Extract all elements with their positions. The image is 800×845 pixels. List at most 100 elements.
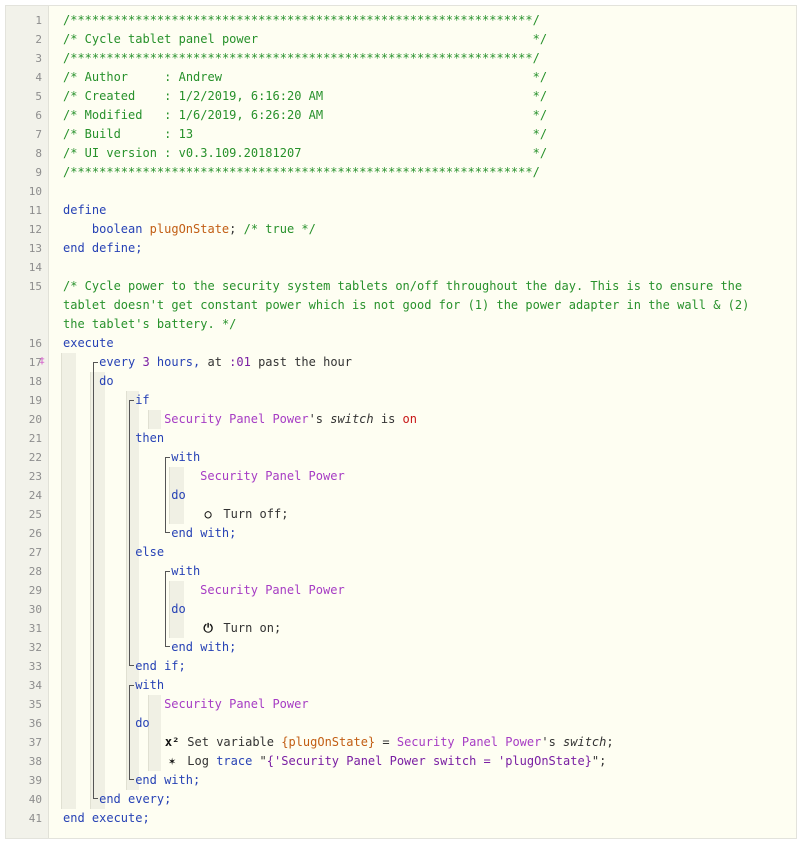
code-line[interactable]: 18 do	[6, 372, 796, 391]
line-number: 36	[28, 717, 42, 730]
code-content: boolean plugOnState; /* true */	[92, 220, 316, 239]
code-line[interactable]: 14	[6, 258, 796, 277]
line-number: 35	[28, 698, 42, 711]
code-content: end with;	[135, 771, 200, 790]
code-line[interactable]: 4 /* Author : Andrew */	[6, 68, 796, 87]
code-content: /* Cycle power to the security system ta…	[63, 277, 753, 334]
code-line[interactable]: 1 /**************************************…	[6, 11, 796, 30]
code-content: Security Panel Power	[200, 467, 345, 486]
power-off-icon: ○	[204, 507, 212, 521]
code-line[interactable]: 36 do	[6, 714, 796, 733]
code-line[interactable]: 23 Security Panel Power	[6, 467, 796, 486]
set-variable-icon: x²	[164, 735, 180, 749]
line-number: 8	[35, 147, 42, 160]
code-token: with	[135, 678, 165, 692]
code-line[interactable]: 37 x² Set variable {plugOnState} = Securi…	[6, 733, 796, 752]
code-content: with	[135, 676, 164, 695]
code-line[interactable]: 31 ⏻ Turn on;	[6, 619, 796, 638]
code-lines: 1 /**************************************…	[6, 11, 796, 828]
code-line[interactable]: 21 then	[6, 429, 796, 448]
code-token: trace	[216, 754, 253, 768]
line-number: 2	[35, 33, 42, 46]
line-number: 16	[28, 337, 42, 350]
code-line[interactable]: 19 if	[6, 391, 796, 410]
code-line[interactable]: 22 with	[6, 448, 796, 467]
code-token: end execute;	[63, 811, 150, 825]
code-line[interactable]: 32 end with;	[6, 638, 796, 657]
code-content: ⏻ Turn on;	[200, 619, 281, 638]
code-line[interactable]: 41 end execute;	[6, 809, 796, 828]
log-bug-icon: ✶	[168, 754, 176, 768]
code-line[interactable]: 34 with	[6, 676, 796, 695]
code-content: /* UI version : v0.3.109.20181207 */	[63, 144, 547, 163]
code-token: end define;	[63, 241, 143, 255]
line-number: 37	[28, 736, 42, 749]
code-line[interactable]: 20 Security Panel Power's switch is on	[6, 410, 796, 429]
code-line[interactable]: 16 execute	[6, 334, 796, 353]
code-line[interactable]: 13 end define;	[6, 239, 796, 258]
code-content: /***************************************…	[63, 49, 540, 68]
code-line[interactable]: 8 /* UI version : v0.3.109.20181207 */	[6, 144, 796, 163]
code-line[interactable]: 10	[6, 182, 796, 201]
code-content: /***************************************…	[63, 163, 540, 182]
code-line[interactable]: 27 else	[6, 543, 796, 562]
line-number: 6	[35, 109, 42, 122]
code-token: on	[402, 412, 417, 426]
code-line[interactable]: 39 end with;	[6, 771, 796, 790]
line-number: 23	[28, 470, 42, 483]
code-content: /* Modified : 1/6/2019, 6:26:20 AM */	[63, 106, 547, 125]
line-number: 17	[28, 356, 42, 369]
line-number: 7	[35, 128, 42, 141]
code-token: else	[135, 545, 165, 559]
line-number: 28	[28, 565, 42, 578]
code-token: end every;	[99, 792, 172, 806]
code-line[interactable]: 28 with	[6, 562, 796, 581]
bookmark-icon[interactable]: ‡	[39, 357, 45, 367]
code-token: plugOnState	[149, 222, 230, 236]
code-token: do	[135, 716, 150, 730]
code-line[interactable]: 9 /**************************************…	[6, 163, 796, 182]
line-number: 34	[28, 679, 42, 692]
code-content: with	[171, 562, 200, 581]
code-line[interactable]: 35 Security Panel Power	[6, 695, 796, 714]
line-number: 30	[28, 603, 42, 616]
code-editor[interactable]: 1 /**************************************…	[5, 5, 797, 839]
code-token: switch	[563, 735, 607, 749]
code-line[interactable]: 15 /* Cycle power to the security system …	[6, 277, 796, 334]
code-line[interactable]: 25 ○ Turn off;	[6, 505, 796, 524]
code-token: boolean	[91, 222, 150, 236]
code-content: end with;	[171, 638, 236, 657]
code-line[interactable]: 2 /* Cycle tablet panel power */	[6, 30, 796, 49]
code-line[interactable]: 17 ‡ every 3 hours, at :01 past the hour	[6, 353, 796, 372]
code-line[interactable]: 11 define	[6, 201, 796, 220]
code-line[interactable]: 3 /**************************************…	[6, 49, 796, 68]
line-number: 38	[28, 755, 42, 768]
line-number: 10	[28, 185, 42, 198]
code-line[interactable]: 26 end with;	[6, 524, 796, 543]
line-number: 14	[28, 261, 42, 274]
code-token: ;	[229, 222, 244, 236]
code-line[interactable]: 38 ✶ Log trace "{'Security Panel Power sw…	[6, 752, 796, 771]
line-number: 13	[28, 242, 42, 255]
code-line[interactable]: 24 do	[6, 486, 796, 505]
code-line[interactable]: 40 end every;	[6, 790, 796, 809]
line-number: 15	[28, 280, 42, 293]
code-line[interactable]: 33 end if;	[6, 657, 796, 676]
code-content: do	[99, 372, 113, 391]
code-content: end with;	[171, 524, 236, 543]
code-line[interactable]: 30 do	[6, 600, 796, 619]
code-content: ✶ Log trace "{'Security Panel Power swit…	[164, 752, 606, 771]
code-token: do	[171, 602, 186, 616]
code-line[interactable]: 6 /* Modified : 1/6/2019, 6:26:20 AM */	[6, 106, 796, 125]
code-content: do	[171, 486, 185, 505]
code-line[interactable]: 7 /* Build : 13 */	[6, 125, 796, 144]
code-token: /***************************************…	[63, 51, 540, 65]
code-token: every	[99, 355, 143, 369]
code-token: Security Panel Power	[164, 697, 309, 711]
code-line[interactable]: 12 boolean plugOnState; /* true */	[6, 220, 796, 239]
code-token: end with;	[135, 773, 201, 787]
code-line[interactable]: 5 /* Created : 1/2/2019, 6:16:20 AM */	[6, 87, 796, 106]
code-token: /* Cycle power to the security system ta…	[63, 279, 757, 331]
code-line[interactable]: 29 Security Panel Power	[6, 581, 796, 600]
line-number: 33	[28, 660, 42, 673]
